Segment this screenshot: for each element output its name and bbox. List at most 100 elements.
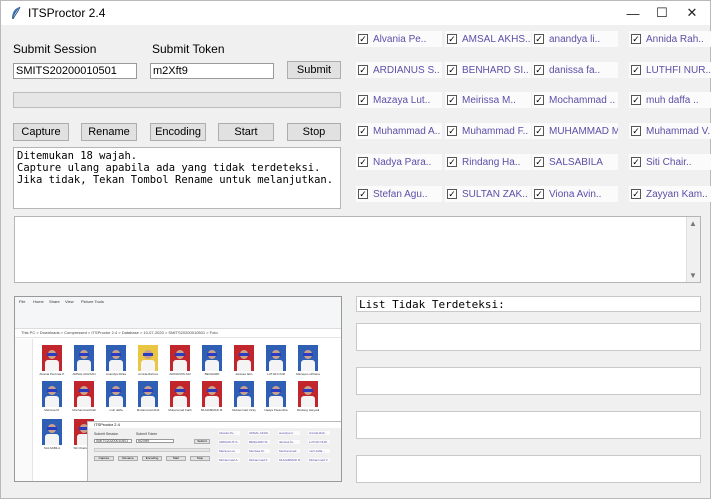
nested-student-checkbox: Mazaya Lut..	[218, 449, 240, 453]
student-checkbox[interactable]: ✓ anandya li..	[532, 31, 618, 47]
student-checkbox[interactable]: ✓ SULTAN ZAK..	[445, 186, 531, 202]
nested-session-value: SMITS20200010501	[96, 439, 129, 443]
check-icon[interactable]: ✓	[534, 189, 544, 199]
photo-body	[205, 360, 219, 371]
explorer-nav-pane	[15, 339, 33, 481]
student-checkbox[interactable]: ✓ Mazaya Lut..	[356, 92, 442, 108]
capture-button[interactable]: Capture	[13, 123, 69, 141]
check-icon[interactable]: ✓	[447, 34, 457, 44]
student-name: Mazaya Lut..	[373, 94, 431, 106]
student-checkbox[interactable]: ✓ Mochammad ..	[532, 92, 618, 108]
nested-student-checkbox: MUHAMMAD M..	[278, 458, 300, 462]
check-icon[interactable]: ✓	[358, 157, 368, 167]
student-photo	[266, 345, 286, 371]
rename-button[interactable]: Rename	[81, 123, 137, 141]
student-checkbox[interactable]: ✓ Zayyan Kam..	[629, 186, 711, 202]
check-icon[interactable]: ✓	[358, 95, 368, 105]
check-icon[interactable]: ✓	[534, 126, 544, 136]
student-checkbox[interactable]: ✓ Viona Avin..	[532, 186, 618, 202]
student-checkbox[interactable]: ✓ Nadya Para..	[356, 154, 442, 170]
photo-caption: MUHAMMAD M.	[200, 408, 224, 412]
nested-student-checkbox: Meirissa M..	[248, 449, 270, 453]
token-input[interactable]: m2Xft9	[150, 63, 274, 79]
log-area[interactable]: ▲ ▼	[14, 216, 701, 283]
student-checkbox[interactable]: ✓ muh daffa ..	[629, 92, 711, 108]
stop-button[interactable]: Stop	[287, 123, 341, 141]
student-checkbox[interactable]: ✓ Meirissa M..	[445, 92, 531, 108]
photo-mask	[271, 389, 281, 392]
photo-mask	[175, 389, 185, 392]
student-checkbox[interactable]: ✓ Muhammad V..	[629, 123, 711, 139]
check-icon[interactable]: ✓	[631, 65, 641, 75]
not-detected-item[interactable]	[356, 323, 701, 351]
nested-action-button: Stop	[190, 456, 210, 461]
scroll-up-icon[interactable]: ▲	[689, 219, 697, 228]
student-checkbox[interactable]: ✓ Stefan Agu..	[356, 186, 442, 202]
nested-submit-button: Submit	[194, 439, 210, 444]
student-name: BENHARD SI..	[462, 64, 529, 76]
student-checkbox[interactable]: ✓ Annida Rah..	[629, 31, 711, 47]
student-checkbox[interactable]: ✓ Muhammad F..	[445, 123, 531, 139]
check-icon[interactable]: ✓	[447, 189, 457, 199]
photo-mask	[111, 389, 121, 392]
student-checkbox[interactable]: ✓ MUHAMMAD M..	[532, 123, 618, 139]
explorer-ribbon-tab: View	[65, 299, 74, 304]
check-icon[interactable]: ✓	[358, 126, 368, 136]
check-icon[interactable]: ✓	[534, 34, 544, 44]
student-checkbox[interactable]: ✓ Alvania Pe..	[356, 31, 442, 47]
feather-icon	[12, 6, 21, 20]
minimize-button[interactable]: —	[617, 1, 649, 25]
student-checkbox[interactable]: ✓ ARDIANUS S..	[356, 62, 442, 78]
student-name: Rindang Ha..	[462, 156, 521, 168]
start-button[interactable]: Start	[218, 123, 274, 141]
submit-button[interactable]: Submit	[287, 61, 341, 79]
student-checkbox[interactable]: ✓ BENHARD SI..	[445, 62, 531, 78]
photo-mask	[239, 389, 249, 392]
student-checkbox[interactable]: ✓ SALSABILA	[532, 154, 618, 170]
photo-mask	[143, 389, 153, 392]
check-icon[interactable]: ✓	[534, 65, 544, 75]
student-photo	[42, 419, 62, 445]
photo-caption: muh daffa	[109, 408, 123, 412]
check-icon[interactable]: ✓	[631, 157, 641, 167]
maximize-button[interactable]: ☐	[646, 1, 678, 25]
scroll-down-icon[interactable]: ▼	[689, 271, 697, 280]
check-icon[interactable]: ✓	[631, 95, 641, 105]
check-icon[interactable]: ✓	[447, 126, 457, 136]
student-checkbox[interactable]: ✓ AMSAL AKHS..	[445, 31, 531, 47]
check-icon[interactable]: ✓	[631, 189, 641, 199]
check-icon[interactable]: ✓	[358, 189, 368, 199]
encoding-button[interactable]: Encoding	[150, 123, 206, 141]
message-box[interactable]: Ditemukan 18 wajah. Capture ulang apabil…	[13, 147, 341, 209]
photo-caption: Anandya Rizka	[105, 372, 127, 376]
student-name: Siti Chair..	[646, 156, 692, 168]
student-checkbox[interactable]: ✓ Muhammad A..	[356, 123, 442, 139]
check-icon[interactable]: ✓	[631, 126, 641, 136]
check-icon[interactable]: ✓	[447, 157, 457, 167]
photo-body	[141, 360, 155, 371]
session-input[interactable]: SMITS20200010501	[13, 63, 137, 79]
close-button[interactable]: ✕	[676, 1, 708, 25]
student-checkbox[interactable]: ✓ Siti Chair..	[629, 154, 711, 170]
explorer-ribbon-tab: File	[19, 299, 26, 304]
student-name: muh daffa ..	[646, 94, 699, 106]
check-icon[interactable]: ✓	[358, 34, 368, 44]
student-name: MUHAMMAD M..	[549, 125, 618, 137]
student-checkbox[interactable]: ✓ danissa fa..	[532, 62, 618, 78]
photo-caption: Meirissa M.	[44, 408, 60, 412]
photo-mask	[143, 353, 153, 356]
check-icon[interactable]: ✓	[534, 95, 544, 105]
student-checkbox[interactable]: ✓ LUTHFI NUR..	[629, 62, 711, 78]
check-icon[interactable]: ✓	[358, 65, 368, 75]
log-scrollbar[interactable]: ▲ ▼	[686, 217, 700, 282]
not-detected-item[interactable]	[356, 367, 701, 395]
student-name: Nadya Para..	[373, 156, 432, 168]
check-icon[interactable]: ✓	[447, 95, 457, 105]
not-detected-item[interactable]	[356, 455, 701, 483]
check-icon[interactable]: ✓	[631, 34, 641, 44]
photo-mask	[239, 353, 249, 356]
check-icon[interactable]: ✓	[447, 65, 457, 75]
not-detected-item[interactable]	[356, 411, 701, 439]
student-checkbox[interactable]: ✓ Rindang Ha..	[445, 154, 531, 170]
check-icon[interactable]: ✓	[534, 157, 544, 167]
